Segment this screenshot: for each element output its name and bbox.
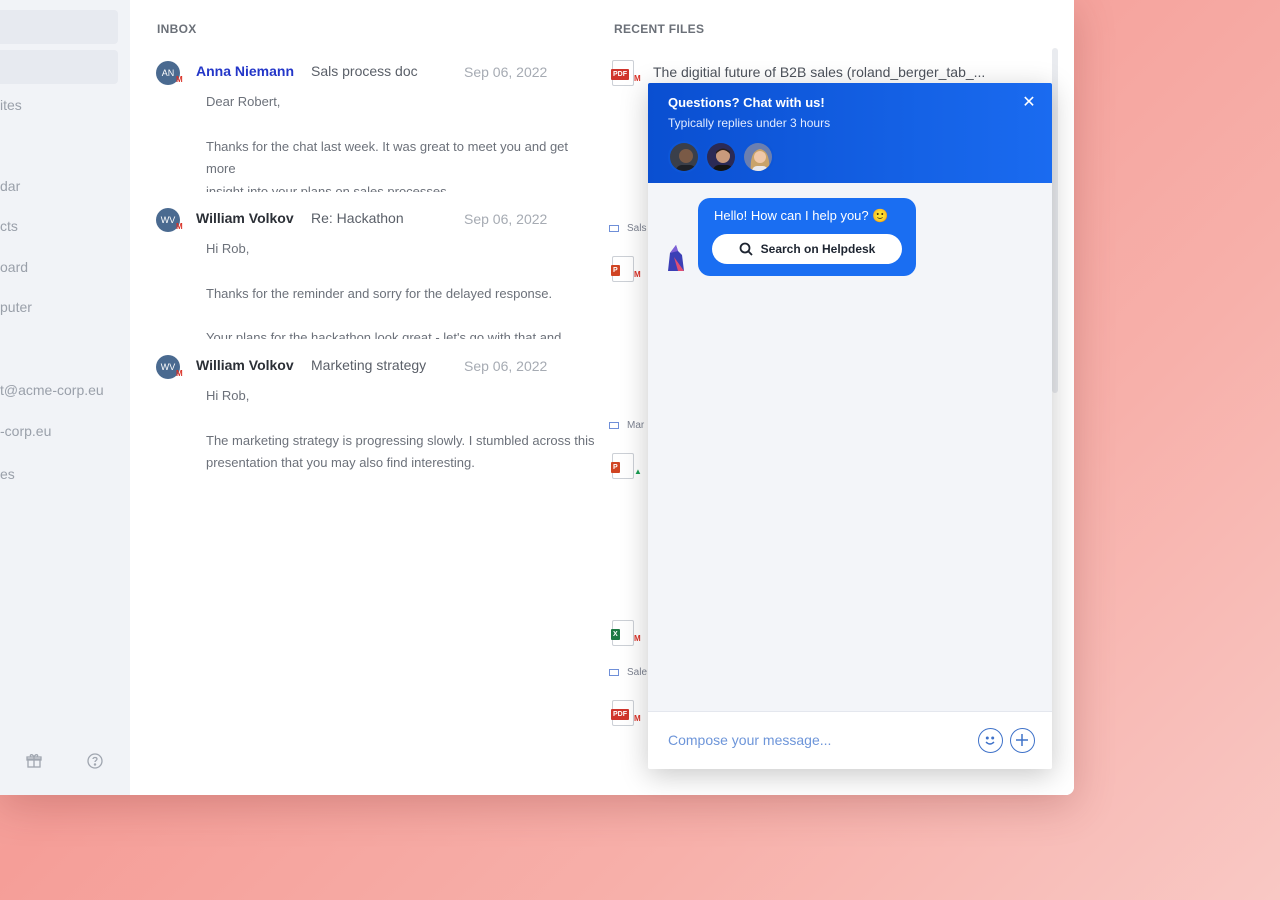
chat-header: Questions? Chat with us! Typically repli…: [648, 83, 1052, 183]
pdf-file-icon: PDF: [611, 700, 634, 726]
email-preview: Dear Robert, Thanks for the chat last we…: [206, 91, 596, 192]
email-subject: Re: Hackathon: [311, 210, 404, 226]
file-source: Mar: [609, 420, 644, 431]
email-preview: Hi Rob, The marketing strategy is progre…: [206, 385, 596, 486]
close-icon[interactable]: ✕: [1020, 94, 1038, 112]
gmail-icon: M: [634, 74, 641, 83]
file-name: The digitial future of B2B sales (roland…: [653, 64, 986, 80]
recent-files-title: RECENT FILES: [614, 22, 705, 36]
agent-avatar: [705, 141, 737, 173]
compose-message-input[interactable]: [668, 728, 968, 752]
email-item[interactable]: WV M William Volkov Re: Hackathon Sep 06…: [156, 208, 596, 340]
gmail-icon: M: [176, 369, 183, 378]
gift-icon[interactable]: [25, 752, 43, 770]
bot-avatar-icon: [664, 243, 686, 273]
email-subject: Sals process doc: [311, 63, 418, 79]
files-scrollbar[interactable]: [1052, 48, 1058, 393]
email-preview-line: Thanks for the reminder and sorry for th…: [206, 285, 553, 301]
file-source-label: Sale: [627, 667, 648, 678]
sidebar-item-account-2[interactable]: -corp.eu: [0, 423, 51, 439]
email-preview-line: The marketing strategy is progressing sl…: [206, 432, 595, 448]
file-source-label: Mar: [627, 420, 645, 431]
sidebar-item-other[interactable]: es: [0, 466, 15, 482]
search-helpdesk-button[interactable]: Search on Helpdesk: [712, 234, 902, 264]
email-preview-line: Dear Robert,: [206, 94, 281, 109]
gmail-icon: M: [634, 270, 641, 279]
sidebar-item-favorites[interactable]: ites: [0, 97, 22, 113]
sidebar-item-account-1[interactable]: t@acme-corp.eu: [0, 382, 104, 398]
chat-message-bubble: Hello! How can I help you? 🙂 Search on H…: [698, 198, 916, 276]
file-source: Sals: [609, 223, 646, 234]
sidebar-item-highlight[interactable]: [0, 50, 118, 84]
email-preview: Hi Rob, Thanks for the reminder and sorr…: [206, 238, 596, 339]
agent-avatar: [668, 141, 700, 173]
gmail-icon: M: [176, 222, 183, 231]
gmail-icon: M: [634, 634, 641, 643]
email-preview-line: Your plans for the hackathon look great …: [206, 330, 562, 339]
chat-composer: [648, 711, 1052, 769]
agent-avatar: [742, 141, 774, 173]
email-sender: Anna Niemann: [196, 63, 295, 79]
pdf-file-icon: PDF: [611, 60, 634, 86]
emoji-icon[interactable]: [978, 728, 1003, 753]
email-preview-line: presentation that you may also find inte…: [206, 455, 475, 470]
gmail-icon: M: [176, 75, 183, 84]
inbox-title: INBOX: [157, 22, 197, 36]
powerpoint-file-icon: P: [611, 256, 634, 282]
chat-greeting: Hello! How can I help you? 🙂: [714, 208, 889, 223]
excel-file-icon: X: [611, 620, 634, 646]
search-helpdesk-label: Search on Helpdesk: [760, 242, 876, 256]
email-item[interactable]: AN M Anna Niemann Sals process doc Sep 0…: [156, 61, 596, 193]
add-attachment-icon[interactable]: [1010, 728, 1035, 753]
email-preview-line: Hi Rob,: [206, 241, 250, 256]
email-preview-line: Hi Rob,: [206, 388, 250, 403]
sidebar-item-active[interactable]: [0, 10, 118, 44]
help-icon[interactable]: [86, 752, 104, 770]
sidebar-item-contacts[interactable]: cts: [0, 218, 18, 234]
gmail-icon: M: [634, 714, 641, 723]
sidebar: ites dar cts oard puter t@acme-corp.eu -…: [0, 0, 130, 795]
sidebar-item-computer[interactable]: puter: [0, 299, 32, 315]
chat-widget: Questions? Chat with us! Typically repli…: [648, 83, 1052, 769]
search-icon: [739, 242, 753, 256]
powerpoint-drive-file-icon: P: [611, 453, 634, 479]
email-sender: William Volkov: [196, 357, 294, 373]
chat-subtitle: Typically replies under 3 hours: [668, 116, 831, 130]
email-sender: William Volkov: [196, 210, 294, 226]
email-date: Sep 06, 2022: [464, 358, 548, 374]
file-source: Sale: [609, 667, 647, 678]
email-item[interactable]: WV M William Volkov Marketing strategy S…: [156, 355, 596, 487]
file-source-label: Sals: [627, 223, 647, 234]
email-preview-line: Thanks for the chat last week. It was gr…: [206, 138, 569, 177]
email-subject: Marketing strategy: [311, 357, 427, 373]
sidebar-item-dashboard[interactable]: oard: [0, 259, 28, 275]
email-date: Sep 06, 2022: [464, 64, 548, 80]
sidebar-item-calendar[interactable]: dar: [0, 178, 20, 194]
chat-title: Questions? Chat with us!: [668, 95, 825, 110]
email-preview-line: insight into your plans on sales process…: [206, 183, 451, 193]
email-date: Sep 06, 2022: [464, 211, 548, 227]
google-drive-icon: ▲: [634, 467, 642, 476]
